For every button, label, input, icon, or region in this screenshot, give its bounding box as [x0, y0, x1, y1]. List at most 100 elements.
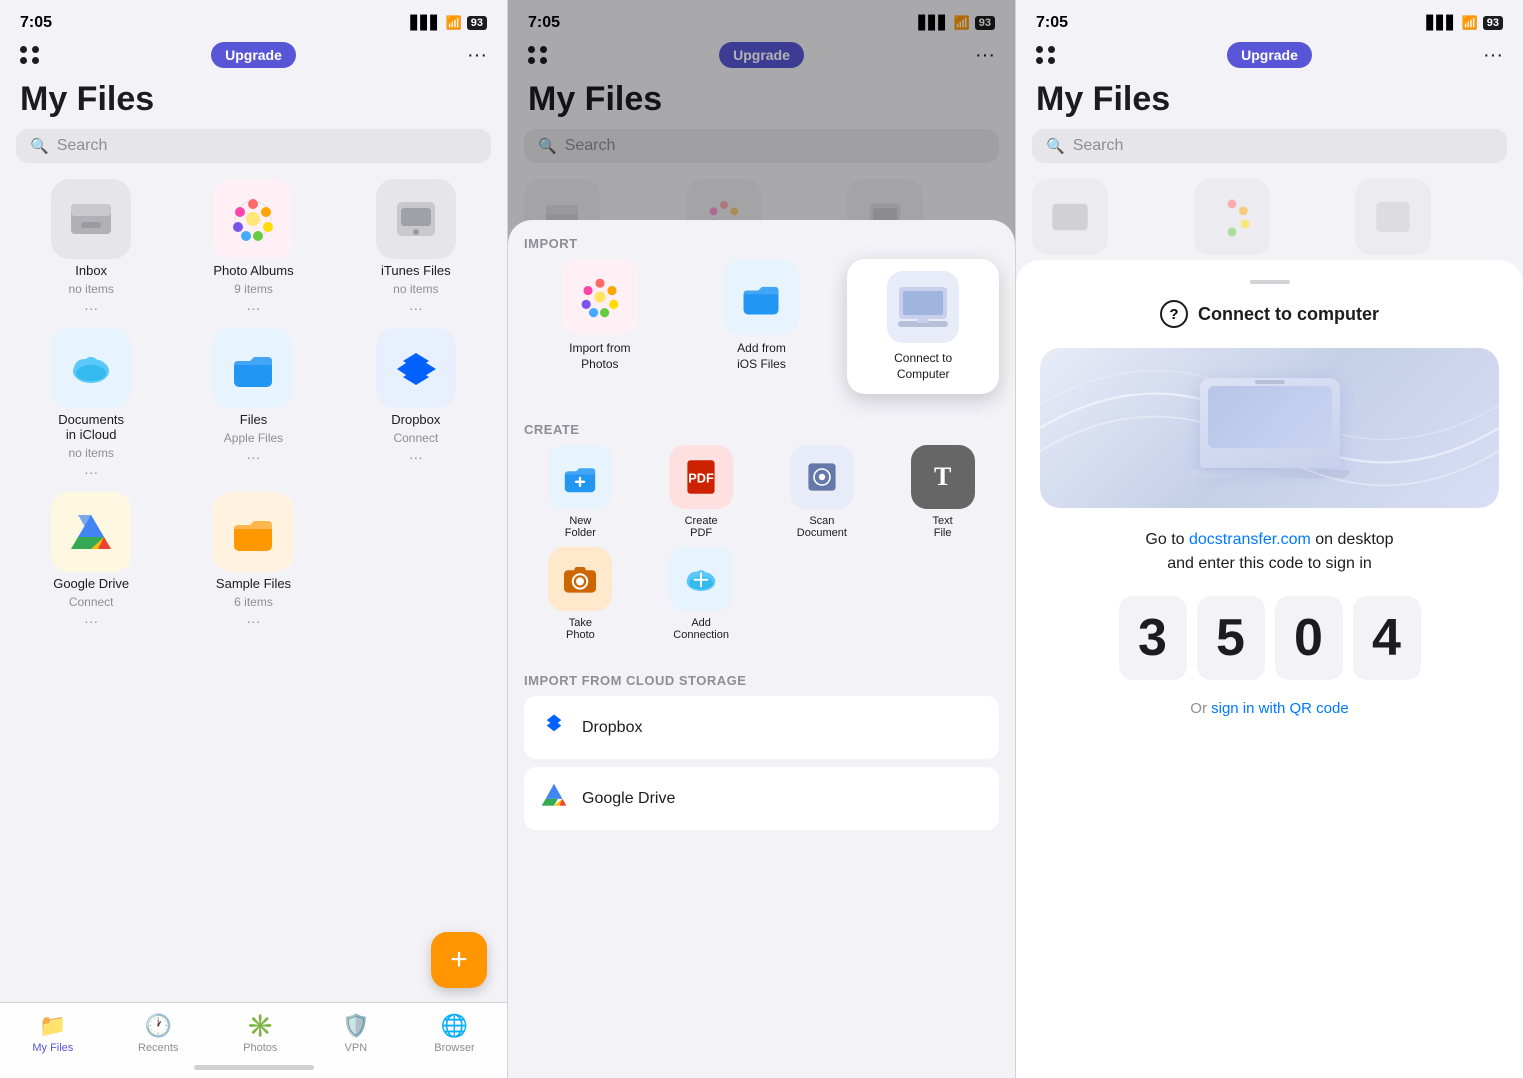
dot	[1048, 57, 1055, 64]
wifi-icon-3: 📶	[1462, 15, 1478, 31]
text-file-icon: T	[911, 445, 975, 509]
text-file-label: TextFile	[933, 515, 953, 539]
search-placeholder-3: Search	[1073, 137, 1124, 155]
file-name: Google Drive	[53, 576, 129, 591]
list-item[interactable]: iTunes Files no items ···	[341, 179, 491, 316]
dot	[20, 57, 27, 64]
file-dots[interactable]: ···	[84, 613, 98, 629]
laptop-image	[1190, 378, 1350, 478]
file-sub: no items	[393, 282, 438, 296]
list-item[interactable]: Sample Files 6 items ···	[178, 492, 328, 629]
help-button[interactable]: ?	[1160, 300, 1188, 328]
itunes-files-icon	[376, 179, 456, 259]
file-name: Sample Files	[216, 576, 291, 591]
page-title-1: My Files	[0, 76, 507, 129]
nav-item-myfiles[interactable]: 📁 My Files	[32, 1013, 73, 1054]
connect-sheet: ? Connect to computer Go to docstransfer…	[1016, 260, 1523, 1078]
list-item[interactable]: Dropbox Connect ···	[341, 328, 491, 480]
new-folder-action[interactable]: NewFolder	[524, 445, 637, 539]
bg-files-3	[1016, 179, 1523, 255]
code-row: 3 5 0 4	[1040, 596, 1499, 680]
create-pdf-action[interactable]: PDF CreatePDF	[645, 445, 758, 539]
signal-icon-3: ▋▋▋	[1427, 15, 1457, 31]
status-time-1: 7:05	[20, 14, 52, 32]
more-button-1[interactable]: ···	[467, 44, 487, 67]
file-name: Photo Albums	[213, 263, 293, 278]
nav-item-browser[interactable]: 🌐 Browser	[434, 1013, 474, 1054]
file-dots[interactable]: ···	[246, 613, 260, 629]
file-sub: 9 items	[234, 282, 273, 296]
panel-3: 7:05 ▋▋▋ 📶 93 Upgrade ··· My Files 🔍 Sea…	[1016, 0, 1524, 1078]
dropbox-cloud-item[interactable]: Dropbox	[524, 696, 999, 759]
status-bar-1: 7:05 ▋▋▋ 📶 93	[0, 0, 507, 38]
docstransfer-link[interactable]: docstransfer.com	[1189, 531, 1311, 548]
import-photos-action[interactable]: Import fromPhotos	[524, 259, 676, 394]
nav-item-recents[interactable]: 🕐 Recents	[138, 1013, 178, 1054]
sample-files-icon	[213, 492, 293, 572]
nav-item-vpn[interactable]: 🛡️ VPN	[342, 1013, 369, 1054]
nav-label: Recents	[138, 1042, 178, 1054]
search-bar-3[interactable]: 🔍 Search	[1032, 129, 1507, 163]
list-item[interactable]: Files Apple Files ···	[178, 328, 328, 480]
vpn-icon: 🛡️	[342, 1013, 369, 1039]
nav-label: Photos	[243, 1042, 277, 1054]
sheet-handle	[1250, 280, 1290, 284]
qr-link-area: Or sign in with QR code	[1040, 700, 1499, 717]
dots-grid-1	[20, 46, 40, 64]
list-item[interactable]: Documentsin iCloud no items ···	[16, 328, 166, 480]
page-title-3: My Files	[1016, 76, 1523, 129]
upgrade-button-1[interactable]: Upgrade	[211, 42, 296, 68]
file-dots[interactable]: ···	[246, 300, 260, 316]
nav-label: My Files	[32, 1042, 73, 1054]
file-sub: Connect	[69, 595, 114, 609]
search-icon-3: 🔍	[1046, 137, 1065, 155]
code-digit-1: 3	[1119, 596, 1187, 680]
cloud-storage-label: IMPORT FROM CLOUD STORAGE	[524, 657, 999, 696]
more-button-3[interactable]: ···	[1483, 44, 1503, 67]
connect-sheet-title: Connect to computer	[1198, 304, 1379, 325]
add-connection-action[interactable]: AddConnection	[645, 547, 758, 641]
connect-computer-action[interactable]: Connect toComputer	[847, 259, 999, 394]
search-bar-1[interactable]: 🔍 Search	[16, 129, 491, 163]
add-ios-icon	[723, 259, 799, 335]
file-dots[interactable]: ···	[409, 449, 423, 465]
add-button[interactable]: +	[431, 932, 487, 988]
inbox-icon	[51, 179, 131, 259]
search-placeholder-1: Search	[57, 137, 108, 155]
myfiles-icon: 📁	[39, 1013, 66, 1039]
search-icon-1: 🔍	[30, 137, 49, 155]
file-dots[interactable]: ···	[84, 464, 98, 480]
home-indicator	[194, 1065, 314, 1070]
file-dots[interactable]: ···	[409, 300, 423, 316]
bg-icon-3c	[1355, 179, 1431, 255]
file-dots[interactable]: ···	[246, 449, 260, 465]
gdrive-cloud-item[interactable]: Google Drive	[524, 767, 999, 830]
connect-description: Go to docstransfer.com on desktop and en…	[1040, 528, 1499, 576]
text-file-action[interactable]: T TextFile	[886, 445, 999, 539]
google-drive-icon	[51, 492, 131, 572]
file-dots[interactable]: ···	[84, 300, 98, 316]
dot	[1036, 57, 1043, 64]
code-digit-2: 5	[1197, 596, 1265, 680]
nav-label: Browser	[434, 1042, 474, 1054]
create-label: CREATE	[524, 406, 999, 445]
list-item[interactable]: Inbox no items ···	[16, 179, 166, 316]
status-icons-1: ▋▋▋ 📶 93	[411, 15, 487, 31]
add-ios-files-action[interactable]: Add fromiOS Files	[686, 259, 838, 394]
code-digit-3: 0	[1275, 596, 1343, 680]
nav-item-photos[interactable]: ✳️ Photos	[243, 1013, 277, 1054]
recents-icon: 🕐	[145, 1013, 172, 1039]
file-sub: Connect	[393, 431, 438, 445]
scan-document-action[interactable]: ScanDocument	[766, 445, 879, 539]
take-photo-action[interactable]: TakePhoto	[524, 547, 637, 641]
signal-icon: ▋▋▋	[411, 15, 441, 31]
upgrade-button-3[interactable]: Upgrade	[1227, 42, 1312, 68]
list-item[interactable]: Photo Albums 9 items ···	[178, 179, 328, 316]
file-sub: no items	[68, 446, 113, 460]
top-bar-3: Upgrade ···	[1016, 38, 1523, 76]
photos-icon: ✳️	[247, 1013, 274, 1039]
qr-code-link[interactable]: sign in with QR code	[1211, 700, 1349, 717]
scan-document-icon	[790, 445, 854, 509]
import-grid: Import fromPhotos Add fromiOS Files	[524, 259, 999, 394]
list-item[interactable]: Google Drive Connect ···	[16, 492, 166, 629]
